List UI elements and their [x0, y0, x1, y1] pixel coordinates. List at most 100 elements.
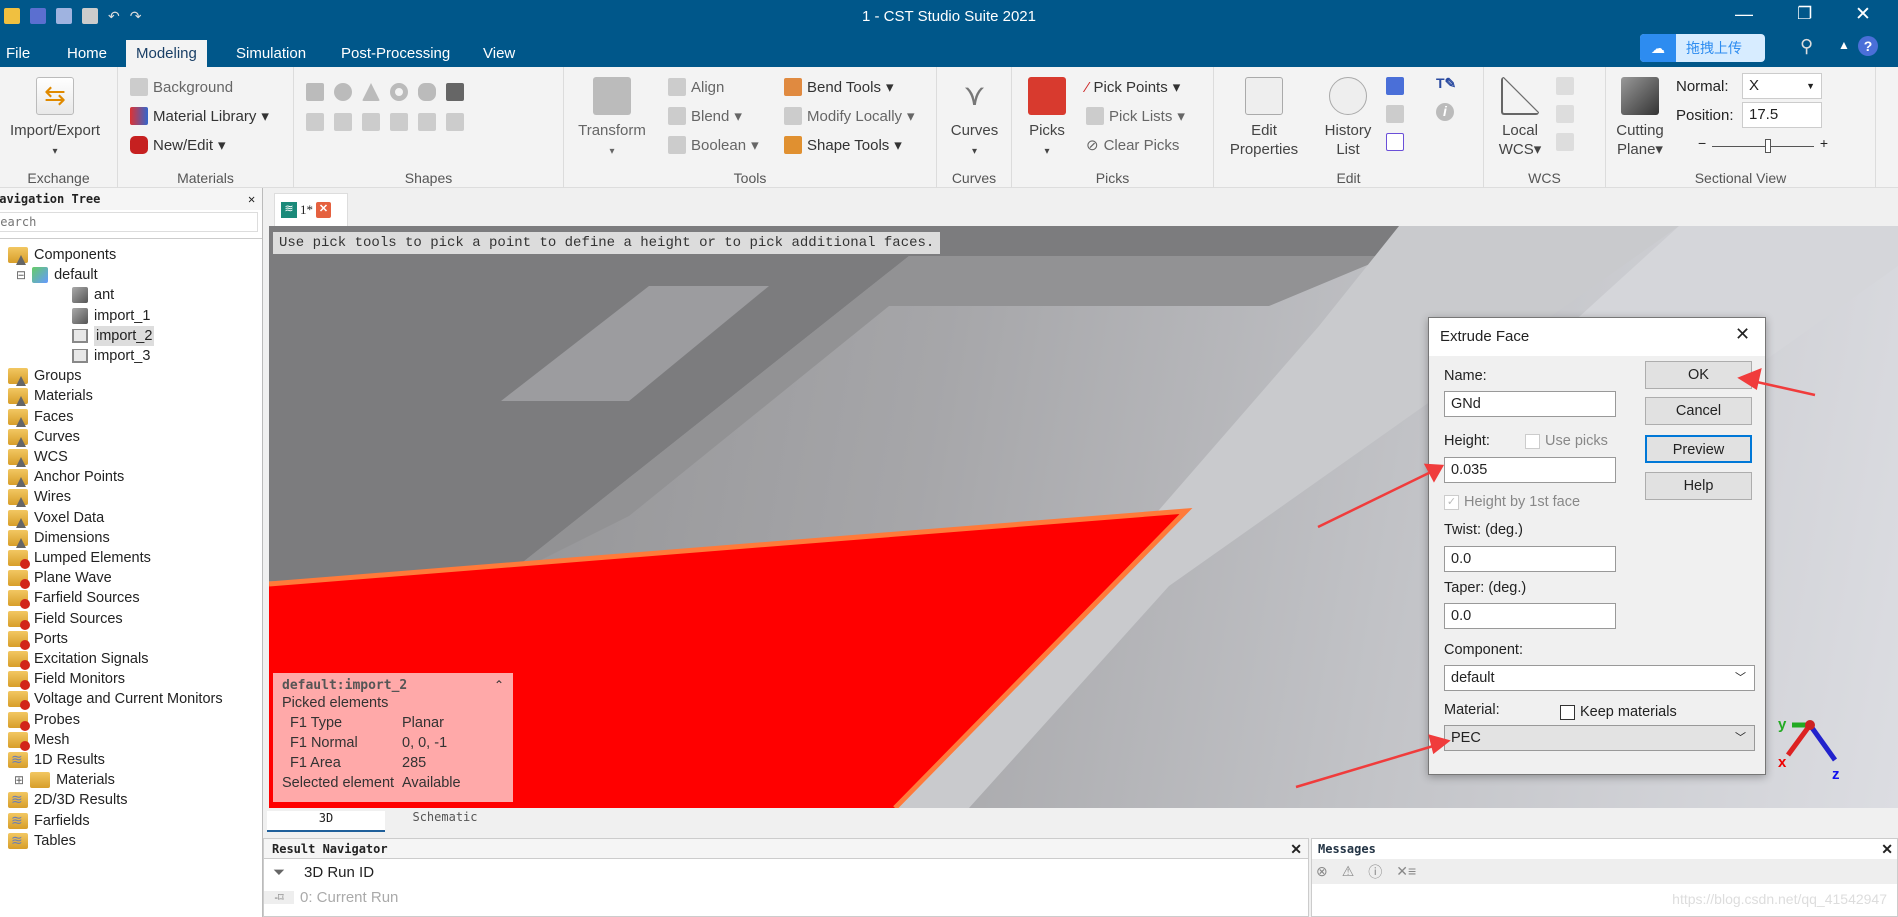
- close-icon[interactable]: ✕: [1881, 841, 1893, 858]
- curves-button[interactable]: ⋎ Curves ▾: [937, 77, 1012, 161]
- tree-item[interactable]: ⊟ default: [16, 265, 98, 285]
- collapse-icon[interactable]: ⌃: [494, 678, 504, 693]
- new-edit-button[interactable]: New/Edit ▾: [130, 136, 226, 154]
- collapse-icon[interactable]: ⊟: [16, 265, 26, 285]
- normal-select[interactable]: X ▼: [1742, 73, 1822, 99]
- rotate-wcs-icon[interactable]: [1556, 133, 1574, 151]
- tree-item[interactable]: Mesh: [8, 730, 69, 751]
- tree-item[interactable]: Voltage and Current Monitors: [8, 689, 223, 711]
- table-row[interactable]: -⌑ 0: Current Run: [264, 885, 1308, 909]
- tree-item[interactable]: import_1: [72, 306, 150, 326]
- minimize-button[interactable]: —: [1735, 4, 1753, 25]
- slider-thumb[interactable]: [1764, 139, 1771, 153]
- tree-item[interactable]: Dimensions: [8, 528, 110, 548]
- close-button[interactable]: ✕: [1855, 3, 1871, 26]
- import-export-button[interactable]: ⇆ Import/Export ▾: [0, 77, 110, 161]
- sphere-icon[interactable]: [334, 83, 352, 101]
- tree-item[interactable]: Probes: [8, 710, 80, 731]
- loft-icon[interactable]: [362, 113, 380, 131]
- edit-properties-button[interactable]: Edit Properties: [1224, 77, 1304, 159]
- material-library-button[interactable]: Material Library ▾: [130, 107, 269, 125]
- cylinder-icon[interactable]: [418, 83, 436, 101]
- tree-item[interactable]: Lumped Elements: [8, 548, 151, 569]
- tree-item[interactable]: ⊞ Materials: [14, 770, 115, 790]
- tree-item[interactable]: Farfield Sources: [8, 588, 140, 610]
- transform-button[interactable]: Transform ▾: [574, 77, 650, 161]
- shape-tools-button[interactable]: Shape Tools ▾: [784, 136, 902, 154]
- extrude-profile-icon[interactable]: [306, 113, 324, 131]
- help-button[interactable]: Help: [1645, 472, 1752, 500]
- ok-button[interactable]: OK: [1645, 361, 1752, 389]
- position-input[interactable]: 17.5: [1742, 102, 1822, 128]
- parameter-sweep-icon[interactable]: [1386, 105, 1404, 123]
- use-picks-checkbox[interactable]: Use picks: [1525, 433, 1608, 449]
- name-input[interactable]: GNd: [1444, 391, 1616, 417]
- clear-messages-icon[interactable]: ✕≡: [1396, 863, 1416, 880]
- picks-button[interactable]: Picks ▾: [1018, 77, 1076, 161]
- preview-button[interactable]: Preview: [1645, 435, 1752, 463]
- extrude-curve-icon[interactable]: [390, 113, 408, 131]
- tab-post-processing[interactable]: Post-Processing: [331, 40, 460, 67]
- search-icon[interactable]: ⚲: [1800, 36, 1813, 57]
- tab-file[interactable]: File: [0, 40, 40, 67]
- height-by-face-checkbox[interactable]: ✓ Height by 1st face: [1444, 494, 1580, 510]
- upload-widget[interactable]: ☁ 拖拽上传: [1640, 34, 1765, 62]
- pick-lists-button[interactable]: Pick Lists ▾: [1086, 107, 1185, 125]
- warning-filter-icon[interactable]: ⚠: [1342, 863, 1355, 880]
- tree-item[interactable]: Tables: [8, 830, 76, 851]
- tab-simulation[interactable]: Simulation: [226, 40, 316, 67]
- tree-item[interactable]: Plane Wave: [8, 568, 112, 590]
- align-wcs-icon[interactable]: [1556, 77, 1574, 95]
- tree-item[interactable]: Materials: [8, 386, 93, 407]
- tree-item[interactable]: Wires: [8, 487, 71, 508]
- tree-item[interactable]: 1D Results: [8, 749, 105, 770]
- twist-input[interactable]: 0.0: [1444, 546, 1616, 572]
- extrude-icon[interactable]: [446, 83, 464, 101]
- tree-item[interactable]: Excitation Signals: [8, 649, 148, 670]
- tree-item[interactable]: Field Sources: [8, 609, 123, 630]
- help-icon[interactable]: ?: [1858, 36, 1878, 56]
- info-filter-icon[interactable]: ⓘ: [1368, 862, 1382, 882]
- tree-item[interactable]: Components: [8, 245, 116, 265]
- text-edit-icon[interactable]: T✎: [1436, 75, 1456, 92]
- torus-icon[interactable]: [390, 83, 408, 101]
- tree-item[interactable]: Faces: [8, 407, 74, 427]
- position-slider[interactable]: − +: [1698, 135, 1828, 153]
- transform-wcs-icon[interactable]: [1556, 105, 1574, 123]
- close-tab-icon[interactable]: ✕: [316, 202, 331, 218]
- cone-icon[interactable]: [362, 83, 380, 101]
- calculator-icon[interactable]: [1386, 77, 1404, 95]
- curve-shape-icon[interactable]: [418, 113, 436, 131]
- collapse-ribbon-icon[interactable]: ▲: [1838, 38, 1850, 52]
- modify-locally-button[interactable]: Modify Locally ▾: [784, 107, 915, 125]
- filter-icon[interactable]: ⏷: [264, 864, 294, 881]
- info-icon[interactable]: i: [1436, 103, 1454, 121]
- cancel-button[interactable]: Cancel: [1645, 397, 1752, 425]
- tab-home[interactable]: Home: [57, 40, 117, 67]
- tree-item[interactable]: Voxel Data: [8, 508, 104, 528]
- tree-item[interactable]: Curves: [8, 427, 80, 447]
- blend-button[interactable]: Blend ▾: [668, 107, 742, 125]
- pick-points-button[interactable]: ⁄ Pick Points ▾: [1086, 78, 1180, 97]
- tab-modeling[interactable]: Modeling: [126, 40, 207, 67]
- tab-view[interactable]: View: [473, 40, 525, 67]
- expand-icon[interactable]: ⊞: [14, 770, 24, 790]
- material-select[interactable]: PEC ﹀: [1444, 725, 1755, 751]
- nav-search-input[interactable]: [0, 212, 258, 232]
- tree-item[interactable]: import_3: [72, 346, 150, 366]
- bend-tools-button[interactable]: Bend Tools ▾: [784, 78, 893, 96]
- rotate-icon[interactable]: [334, 113, 352, 131]
- restore-button[interactable]: ❐: [1797, 4, 1812, 24]
- dialog-close-button[interactable]: ✕: [1735, 324, 1750, 345]
- local-wcs-button[interactable]: Local WCS▾: [1490, 77, 1550, 159]
- tree-item[interactable]: Anchor Points: [8, 467, 124, 488]
- tree-item[interactable]: ant: [72, 285, 114, 305]
- keep-materials-checkbox[interactable]: Keep materials: [1560, 704, 1677, 720]
- document-tab[interactable]: ≋ 1* ✕: [274, 193, 348, 226]
- history-list-button[interactable]: History List: [1318, 77, 1378, 159]
- tab-schematic[interactable]: Schematic: [385, 810, 505, 824]
- height-input[interactable]: 0.035: [1444, 457, 1616, 483]
- component-select[interactable]: default ﹀: [1444, 665, 1755, 691]
- tree-item[interactable]: Ports: [8, 629, 68, 650]
- cutting-plane-button[interactable]: Cutting Plane▾: [1608, 77, 1672, 159]
